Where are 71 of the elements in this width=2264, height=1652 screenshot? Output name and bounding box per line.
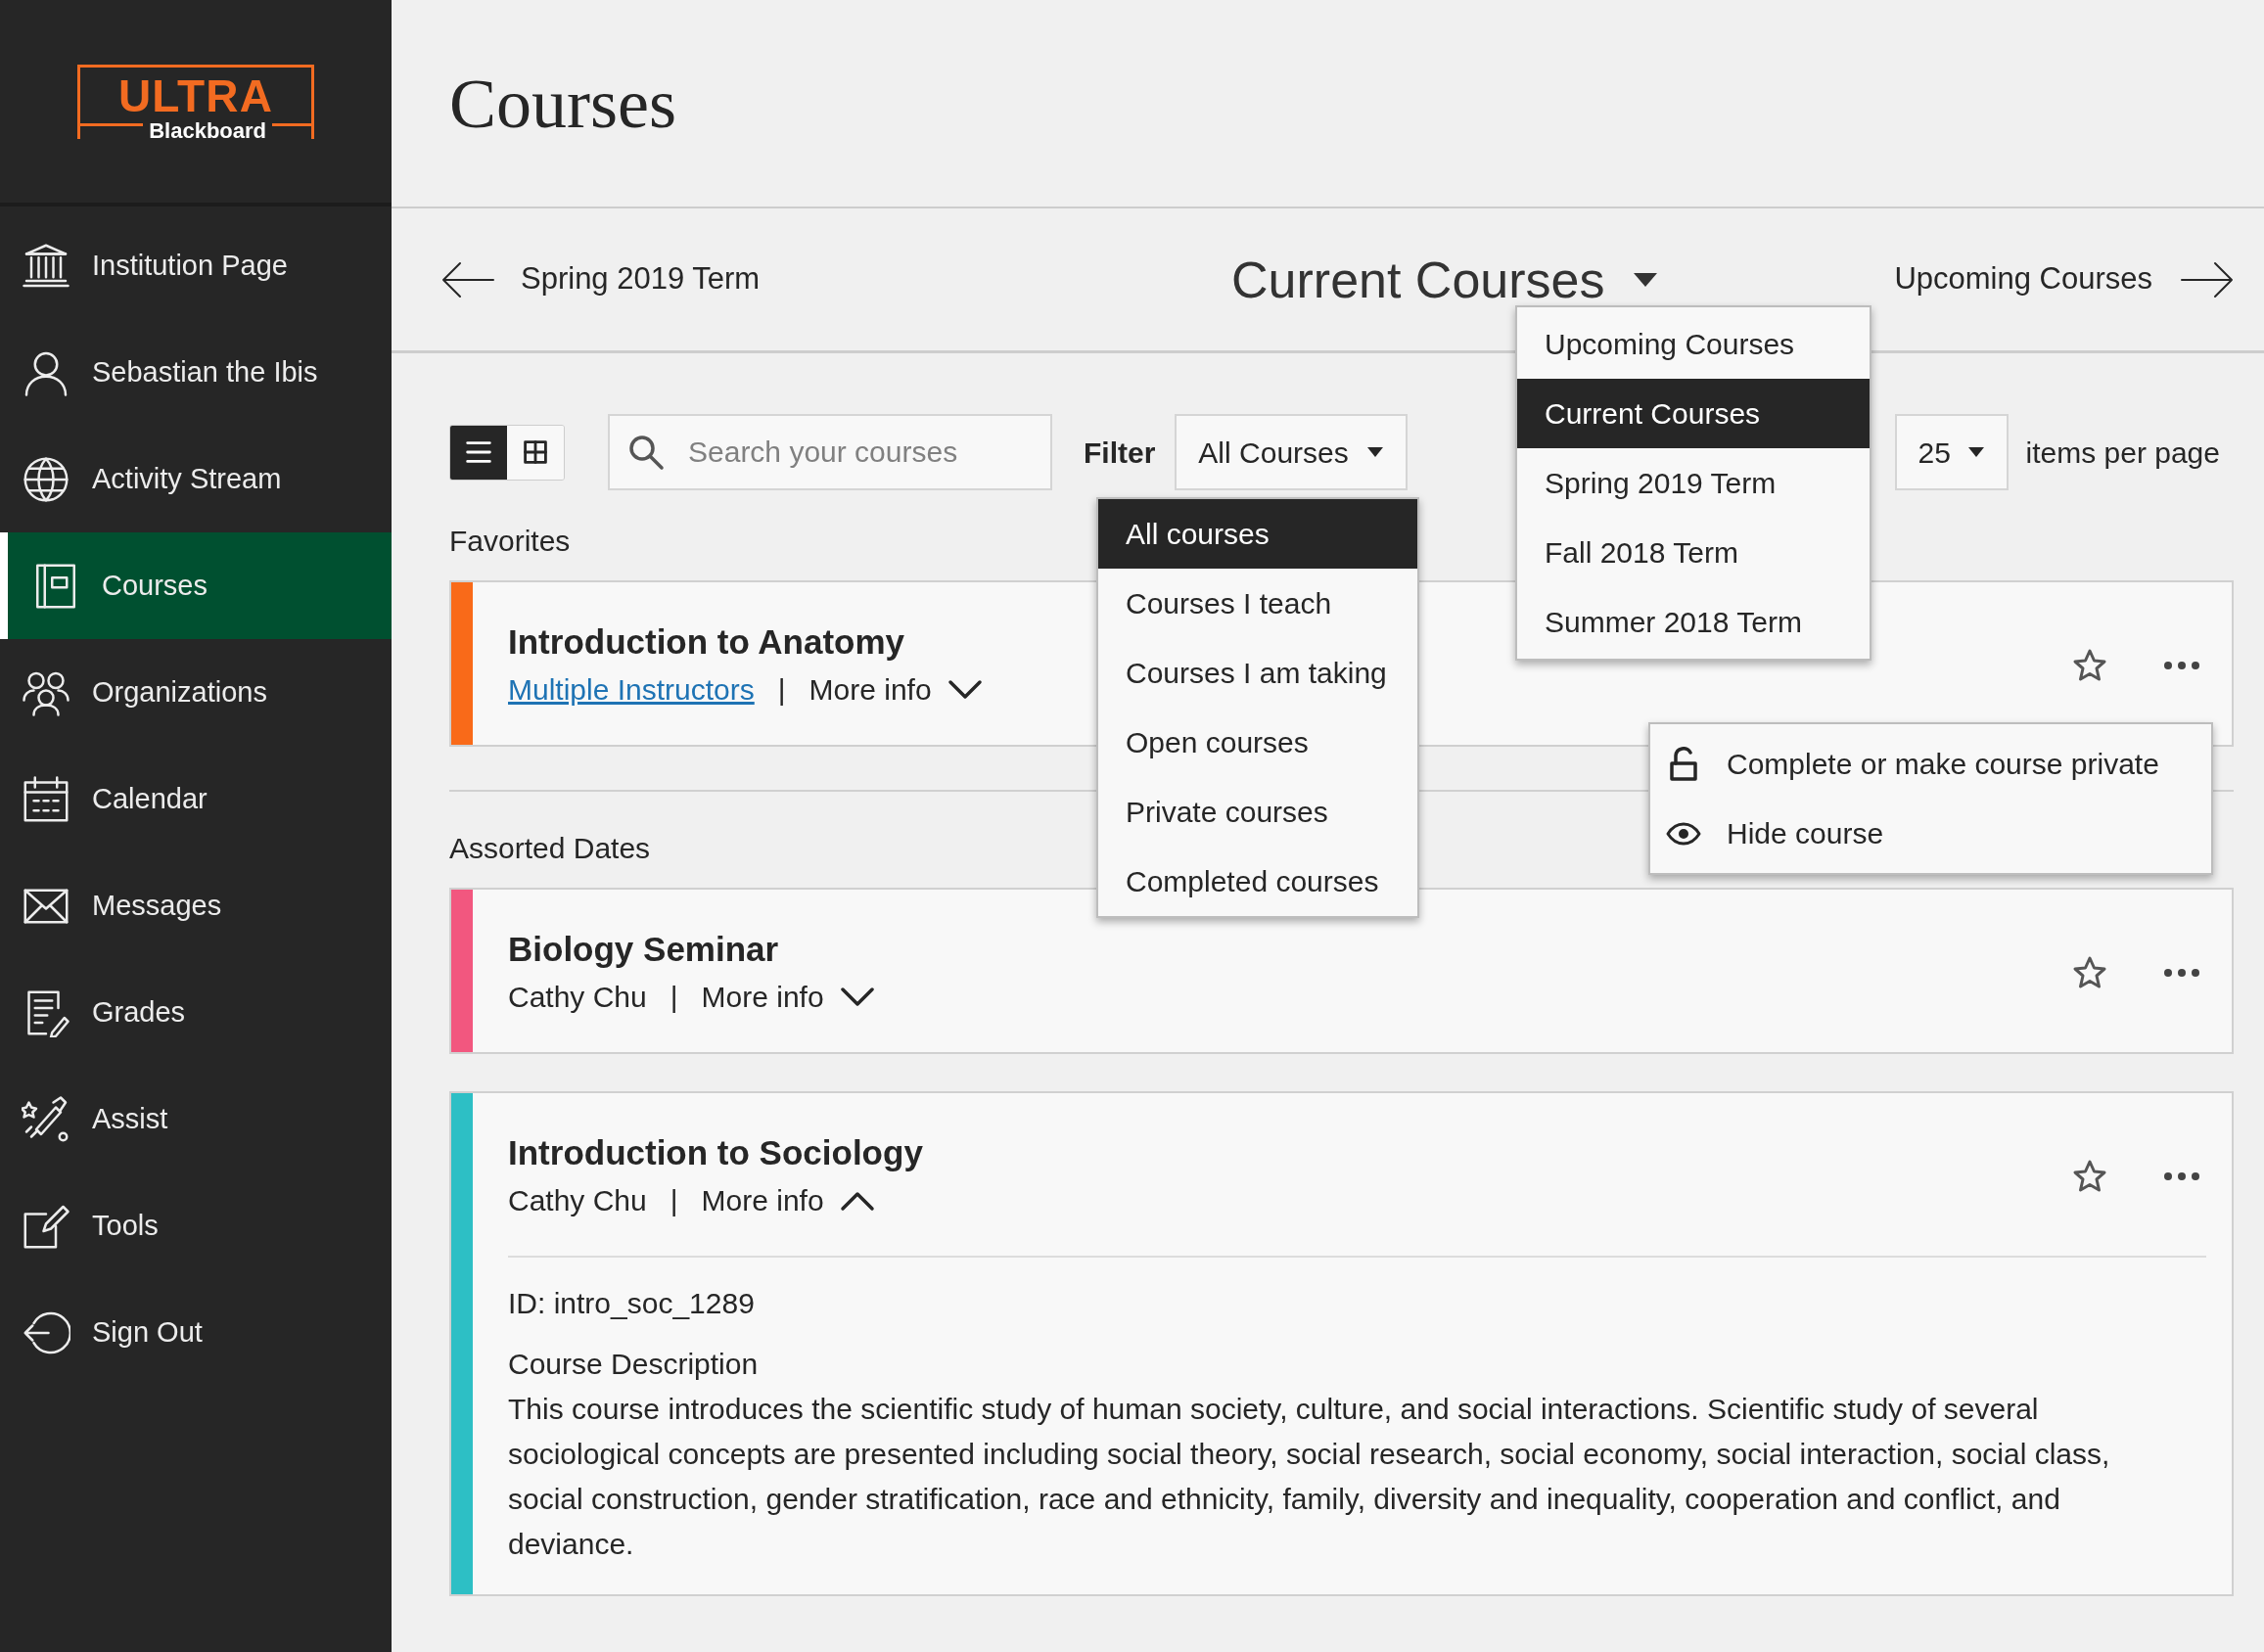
chevron-up-icon xyxy=(839,1190,875,1212)
menu-item[interactable]: Current Courses xyxy=(1517,379,1870,448)
more-options-icon xyxy=(2163,661,2200,670)
description-heading: Course Description xyxy=(508,1347,760,1382)
right-arrow-icon xyxy=(2180,259,2235,299)
more-info-toggle[interactable]: More info xyxy=(701,976,875,1019)
menu-item[interactable]: Complete or make course private xyxy=(1650,729,2211,799)
menu-item[interactable]: Courses I am taking xyxy=(1098,638,1417,708)
star-icon xyxy=(2072,955,2107,990)
logo-title: ULTRA xyxy=(117,70,274,120)
course-title: Introduction to Sociology xyxy=(508,1132,923,1173)
section-heading: Assorted Dates xyxy=(449,831,651,866)
chevron-down-icon xyxy=(839,987,875,1008)
menu-item[interactable]: Private courses xyxy=(1098,777,1417,847)
course-id: ID: intro_soc_1289 xyxy=(508,1286,756,1321)
unlocked-padlock-icon xyxy=(1669,746,1698,782)
next-term-link[interactable]: Upcoming Courses xyxy=(1894,256,2235,302)
more-options-icon xyxy=(2163,968,2200,978)
menu-item[interactable]: Courses I teach xyxy=(1098,569,1417,638)
menu-item[interactable]: Completed courses xyxy=(1098,847,1417,916)
logo-subtitle: Blackboard xyxy=(148,117,267,144)
page-title: Courses xyxy=(449,63,676,145)
list-view-button[interactable] xyxy=(450,425,507,480)
left-arrow-icon xyxy=(440,259,495,299)
course-title: Biology Seminar xyxy=(508,929,779,970)
search-icon xyxy=(627,434,665,471)
more-options-icon xyxy=(2163,1171,2200,1181)
separator: | xyxy=(670,980,678,1015)
nav-item[interactable]: Activity Stream xyxy=(0,426,392,532)
instructor-name: Cathy Chu xyxy=(508,1183,647,1218)
more-info-toggle[interactable]: More info xyxy=(701,1179,875,1222)
nav-item[interactable]: Sebastian the Ibis xyxy=(0,319,392,426)
wand-icon xyxy=(22,1094,70,1144)
star-icon xyxy=(2072,648,2107,683)
instructor-link[interactable]: Multiple Instructors xyxy=(508,668,755,711)
menu-item[interactable]: Summer 2018 Term xyxy=(1517,587,1870,657)
menu-item[interactable]: Hide course xyxy=(1650,799,2211,868)
previous-term-link[interactable]: Spring 2019 Term xyxy=(440,256,761,302)
filter-dropdown[interactable]: All Courses xyxy=(1175,414,1409,490)
caret-down-icon xyxy=(1366,446,1385,458)
separator: | xyxy=(777,672,786,708)
more-info-toggle[interactable]: More info xyxy=(809,668,983,711)
nav-item[interactable]: Courses xyxy=(0,532,392,639)
separator: | xyxy=(670,1183,678,1218)
filter-label: Filter xyxy=(1084,435,1156,471)
nav-item[interactable]: Organizations xyxy=(0,639,392,746)
menu-item[interactable]: Spring 2019 Term xyxy=(1517,448,1870,518)
nav-item[interactable]: Tools xyxy=(0,1172,392,1279)
menu-item[interactable]: All courses xyxy=(1098,499,1417,569)
page-size-dropdown[interactable]: 25 xyxy=(1894,414,2009,490)
nav-item[interactable]: Calendar xyxy=(0,746,392,852)
menu-item[interactable]: Open courses xyxy=(1098,708,1417,777)
course-title: Introduction to Anatomy xyxy=(508,621,905,663)
menu-item[interactable]: Fall 2018 Term xyxy=(1517,518,1870,587)
nav-item[interactable]: Sign Out xyxy=(0,1279,392,1386)
chevron-down-icon xyxy=(947,679,983,701)
nav-item[interactable]: Institution Page xyxy=(0,212,392,319)
caret-down-icon xyxy=(1632,271,1658,288)
course-description: This course introduces the scientific study of human society, culture, and social interactions. Scientific study of several sociological concepts are presented including social theory, social research, social economy, social interaction, social class, social construction, gender stratification, race and ethnicity, family, diversity and inequality, cooperation and conflict, and deviance. xyxy=(508,1392,2111,1562)
instructor-name: Cathy Chu xyxy=(508,980,647,1015)
nav-item[interactable]: Messages xyxy=(0,852,392,959)
star-icon xyxy=(2072,1159,2107,1194)
section-heading: Favorites xyxy=(449,524,571,559)
calendar-icon xyxy=(22,774,70,824)
grid-view-button[interactable] xyxy=(507,425,564,480)
items-per-page-label: items per page xyxy=(2025,435,2220,471)
nav-item[interactable]: Grades xyxy=(0,959,392,1066)
caret-down-icon xyxy=(1966,446,1985,458)
eye-icon xyxy=(1666,821,1701,846)
search-field[interactable]: Search your courses xyxy=(608,414,1052,490)
nav-item[interactable]: Assist xyxy=(0,1066,392,1172)
